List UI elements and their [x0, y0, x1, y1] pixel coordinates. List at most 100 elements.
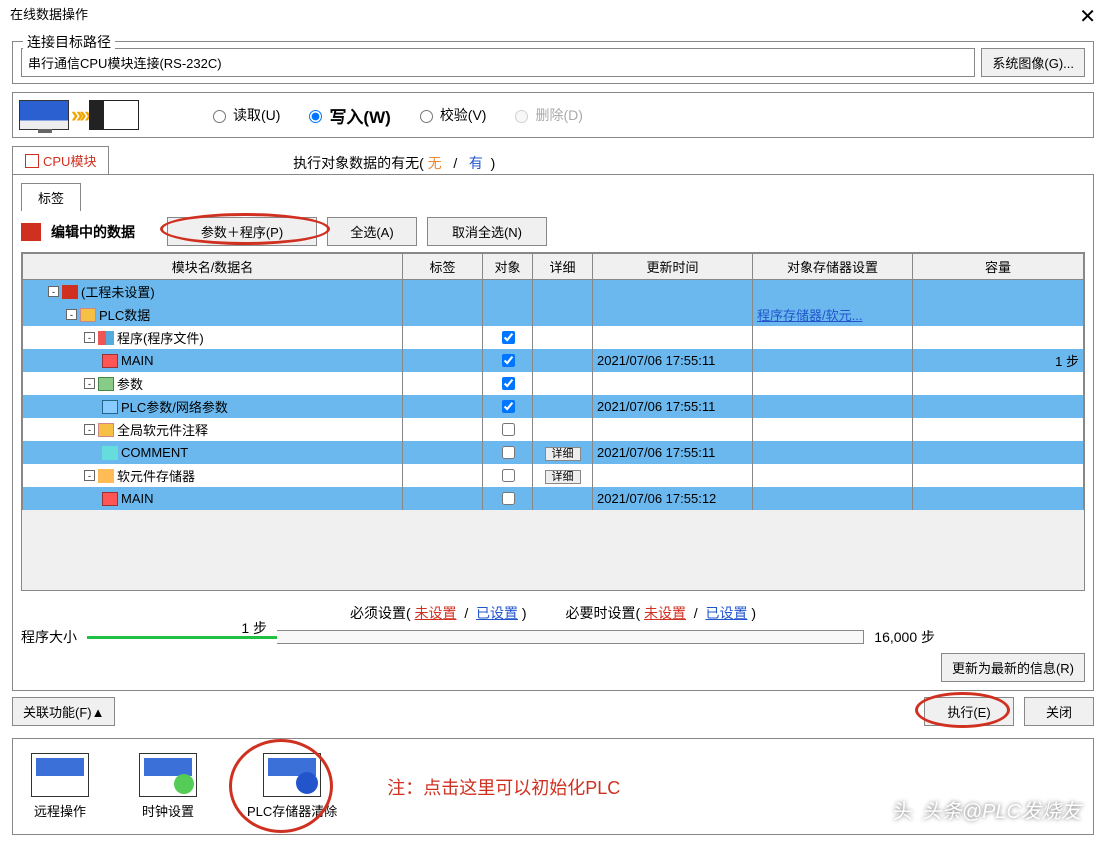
- table-row[interactable]: - PLC数据 程序存储器/软元...: [23, 303, 1084, 326]
- size-value: [913, 372, 1084, 395]
- tab-cpu-module[interactable]: CPU模块: [12, 146, 109, 174]
- table-row[interactable]: - 参数: [23, 372, 1084, 395]
- size-value: [913, 303, 1084, 326]
- table-row[interactable]: - 软元件存储器 详细: [23, 464, 1084, 487]
- delete-radio: 删除(D): [510, 105, 582, 125]
- read-radio[interactable]: 读取(U): [208, 105, 280, 125]
- param-program-button[interactable]: 参数＋程序(P): [167, 217, 317, 246]
- node-name: PLC数据: [99, 305, 150, 324]
- write-radio[interactable]: 写入(W): [304, 103, 390, 128]
- used-steps: 1 步: [241, 618, 267, 638]
- target-checkbox[interactable]: [502, 400, 515, 413]
- target-checkbox[interactable]: [502, 446, 515, 459]
- update-time: 2021/07/06 17:55:11: [593, 441, 753, 464]
- table-row[interactable]: PLC参数/网络参数2021/07/06 17:55:11: [23, 395, 1084, 418]
- col-storage: 对象存储器设置: [753, 254, 913, 280]
- verify-radio[interactable]: 校验(V): [415, 105, 487, 125]
- size-value: [913, 441, 1084, 464]
- table-row[interactable]: MAIN2021/07/06 17:55:111 步: [23, 349, 1084, 372]
- deselect-all-button[interactable]: 取消全选(N): [427, 217, 547, 246]
- target-checkbox[interactable]: [502, 331, 515, 344]
- cpu-icon: [25, 154, 39, 168]
- update-time: [593, 326, 753, 349]
- main-icon: [102, 492, 118, 506]
- table-row[interactable]: COMMENT 详细 2021/07/06 17:55:11: [23, 441, 1084, 464]
- plc-memory-clear-action[interactable]: PLC存储器清除: [247, 753, 337, 820]
- col-label: 标签: [403, 254, 483, 280]
- size-value: [913, 280, 1084, 304]
- close-icon[interactable]: ✕: [1079, 4, 1096, 29]
- col-update: 更新时间: [593, 254, 753, 280]
- update-time: 2021/07/06 17:55:12: [593, 487, 753, 510]
- storage-link[interactable]: 程序存储器/软元...: [757, 308, 862, 323]
- table-row[interactable]: MAIN2021/07/06 17:55:12: [23, 487, 1084, 510]
- node-name: 程序(程序文件): [117, 328, 204, 347]
- expander-icon[interactable]: -: [84, 378, 95, 389]
- expander-icon[interactable]: -: [84, 332, 95, 343]
- exec-target-info: 执行对象数据的有无( 无 / 有 ): [293, 153, 495, 173]
- param-icon: [98, 377, 114, 391]
- red-icon: [62, 285, 78, 299]
- plc-icon: [102, 400, 118, 414]
- detail-button[interactable]: 详细: [545, 470, 581, 484]
- detail-button[interactable]: 详细: [545, 447, 581, 461]
- program-size-label: 程序大小: [21, 627, 77, 647]
- edit-data-icon: [21, 223, 41, 241]
- table-row[interactable]: - 程序(程序文件): [23, 326, 1084, 349]
- comment-icon: [102, 446, 118, 460]
- update-time: 2021/07/06 17:55:11: [593, 349, 753, 372]
- size-value: [913, 395, 1084, 418]
- watermark-icon: 头: [890, 797, 916, 823]
- close-button[interactable]: 关闭: [1024, 697, 1094, 726]
- connection-path-input[interactable]: 串行通信CPU模块连接(RS-232C): [21, 48, 975, 77]
- related-functions-button[interactable]: 关联功能(F)▲: [12, 697, 115, 726]
- update-time: [593, 418, 753, 441]
- size-value: [913, 326, 1084, 349]
- size-value: [913, 464, 1084, 487]
- node-name: 全局软元件注释: [117, 420, 208, 439]
- col-size: 容量: [913, 254, 1084, 280]
- table-row[interactable]: - 全局软元件注释: [23, 418, 1084, 441]
- update-info-button[interactable]: 更新为最新的信息(R): [941, 653, 1085, 682]
- transfer-direction-icon: »»: [19, 99, 184, 131]
- expander-icon[interactable]: -: [84, 424, 95, 435]
- expander-icon[interactable]: -: [66, 309, 77, 320]
- memory-clear-icon: [263, 753, 321, 797]
- watermark: 头 头条@PLC发烧友: [890, 795, 1081, 824]
- node-name: 软元件存储器: [117, 466, 195, 485]
- annotation-note: 注：点击这里可以初始化PLC: [387, 774, 620, 800]
- target-checkbox[interactable]: [502, 492, 515, 505]
- node-name: (工程未设置): [81, 282, 155, 301]
- remote-operation-action[interactable]: 远程操作: [31, 753, 89, 820]
- node-name: PLC参数/网络参数: [121, 397, 228, 416]
- size-value: 1 步: [913, 349, 1084, 372]
- target-path-legend: 连接目标路径: [23, 32, 115, 52]
- col-name: 模块名/数据名: [23, 254, 403, 280]
- table-row[interactable]: - (工程未设置): [23, 280, 1084, 304]
- expander-icon[interactable]: -: [48, 286, 59, 297]
- target-checkbox[interactable]: [502, 377, 515, 390]
- main-panel: 标签 编辑中的数据 参数＋程序(P) 全选(A) 取消全选(N) 模块名/数据名…: [12, 174, 1094, 691]
- prog-icon: [98, 331, 114, 345]
- sub-tab-label[interactable]: 标签: [21, 183, 81, 211]
- update-time: [593, 372, 753, 395]
- main-icon: [102, 354, 118, 368]
- operation-mode-row: »» 读取(U) 写入(W) 校验(V) 删除(D): [12, 92, 1094, 138]
- col-target: 对象: [483, 254, 533, 280]
- expander-icon[interactable]: -: [84, 470, 95, 481]
- size-value: [913, 418, 1084, 441]
- clock-icon: [139, 753, 197, 797]
- select-all-button[interactable]: 全选(A): [327, 217, 417, 246]
- setting-legend: 必须设置( 未设置 / 已设置 ) 必要时设置( 未设置 / 已设置 ): [21, 603, 1085, 623]
- target-checkbox[interactable]: [502, 354, 515, 367]
- execute-button[interactable]: 执行(E): [924, 697, 1014, 726]
- update-time: [593, 280, 753, 304]
- target-checkbox[interactable]: [502, 469, 515, 482]
- node-name: COMMENT: [121, 445, 188, 460]
- update-time: [593, 464, 753, 487]
- target-checkbox[interactable]: [502, 423, 515, 436]
- clock-setting-action[interactable]: 时钟设置: [139, 753, 197, 820]
- system-image-button[interactable]: 系统图像(G)...: [981, 48, 1085, 77]
- remote-operation-icon: [31, 753, 89, 797]
- node-name: 参数: [117, 374, 143, 393]
